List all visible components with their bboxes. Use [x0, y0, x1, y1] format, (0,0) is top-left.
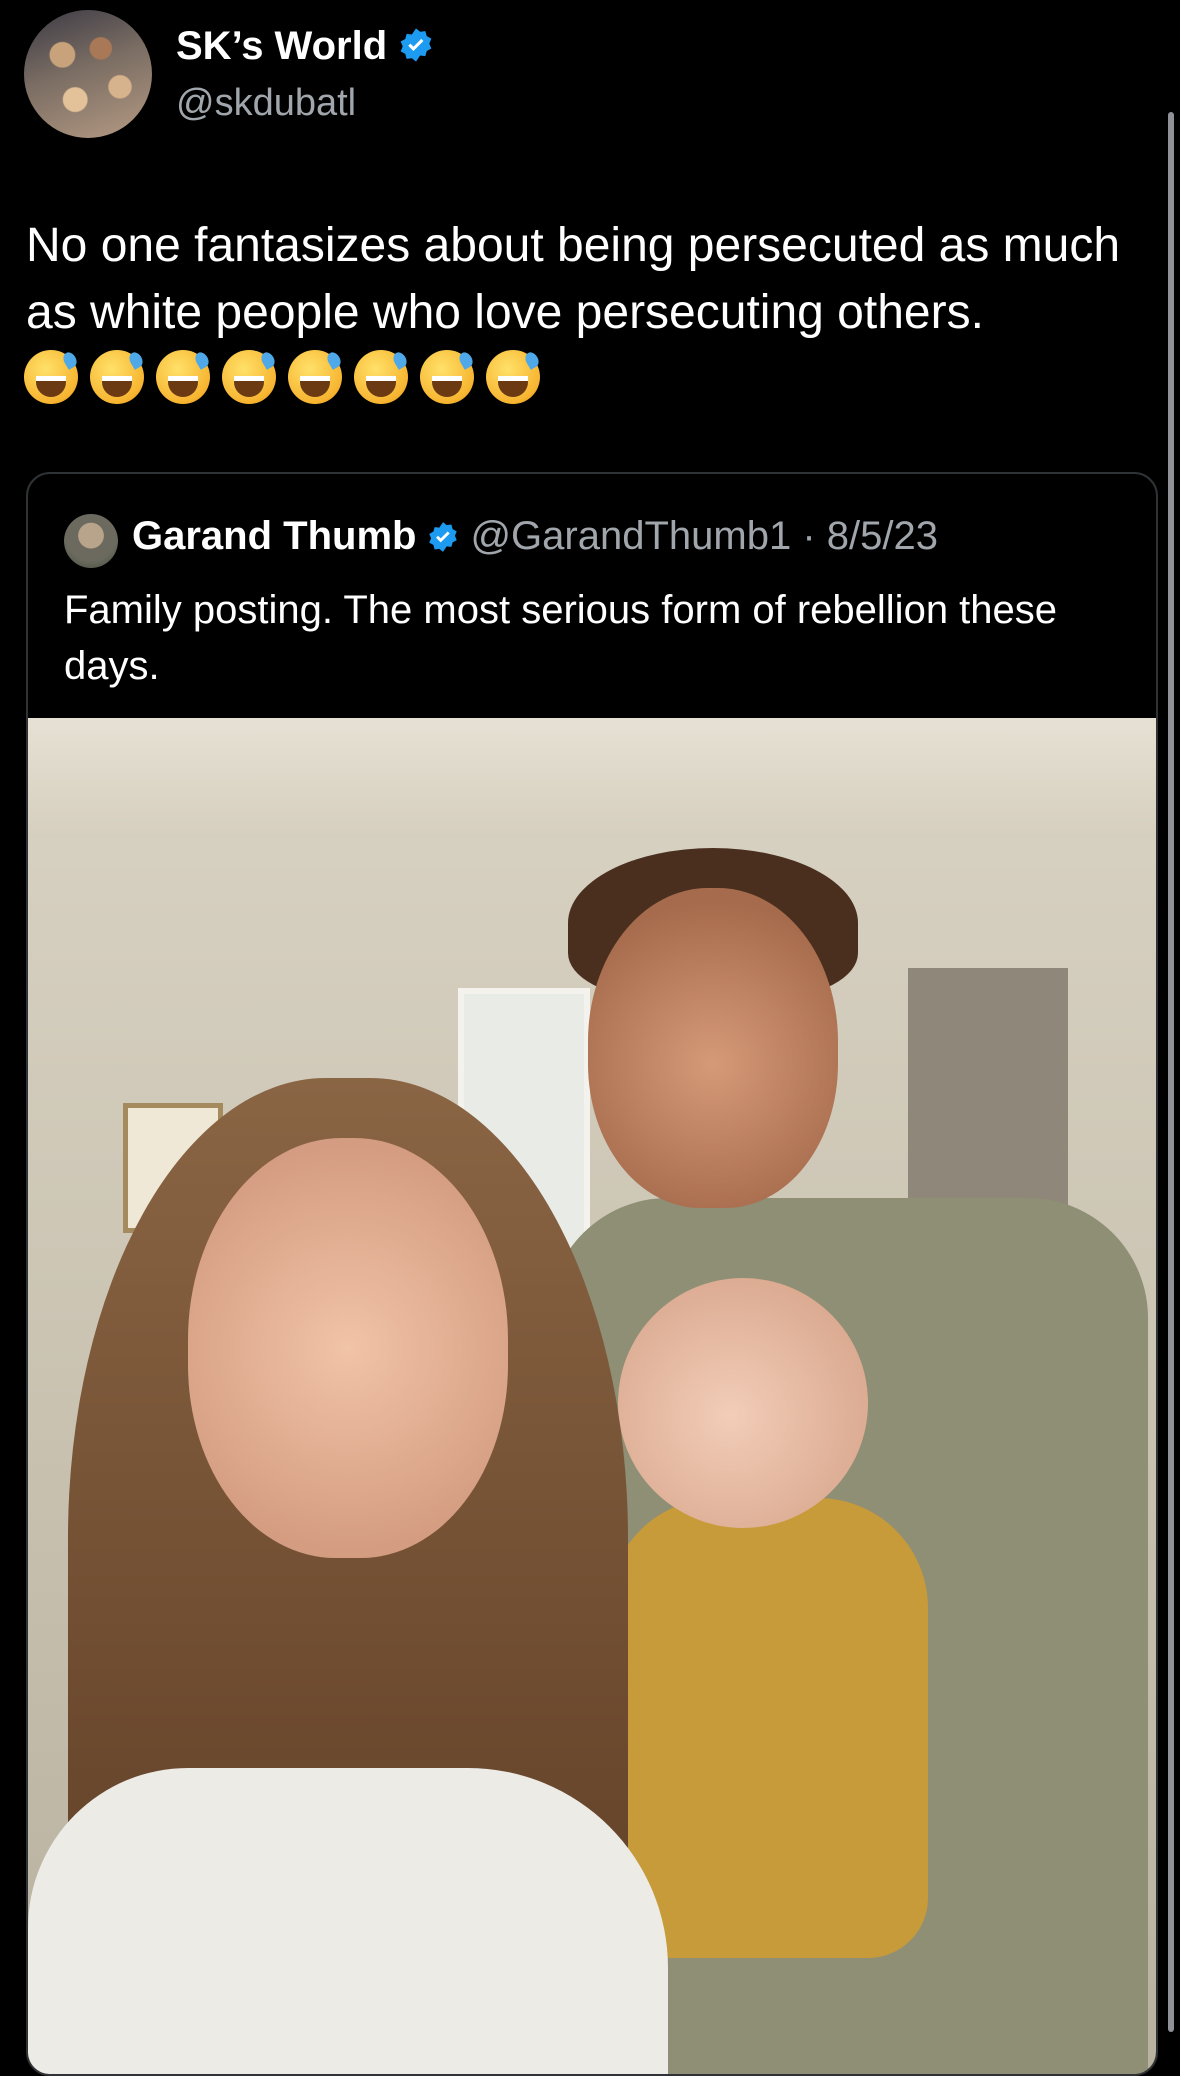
verified-badge-icon — [429, 522, 458, 552]
tweet-body-text: No one fantasizes about being persecuted… — [26, 219, 1121, 339]
sweat-smile-emoji — [420, 350, 474, 404]
sweat-smile-emoji — [156, 350, 210, 404]
sweat-smile-emoji — [90, 350, 144, 404]
photo-baby-body — [608, 1498, 928, 1958]
quoted-author-line: Garand Thumb @GarandThumb1 · 8/5/23 — [132, 514, 938, 559]
tweet-header: SK’s World @skdubatl — [24, 10, 1124, 138]
author-avatar[interactable] — [24, 10, 152, 138]
photo-man-head — [588, 888, 838, 1208]
author-handle[interactable]: @skdubatl — [176, 82, 356, 125]
quoted-tweet-text: Family posting. The most serious form of… — [64, 588, 1058, 688]
sweat-smile-emoji — [486, 350, 540, 404]
emoji-row — [24, 350, 540, 404]
quoted-author-name: Garand Thumb — [132, 514, 417, 558]
sweat-smile-emoji — [24, 350, 78, 404]
family-photo[interactable] — [28, 718, 1156, 2074]
photo-baby-head — [618, 1278, 868, 1528]
sweat-smile-emoji — [354, 350, 408, 404]
sweat-smile-emoji — [288, 350, 342, 404]
sweat-smile-emoji — [222, 350, 276, 404]
verified-badge-icon — [400, 28, 432, 62]
photo-woman-shirt — [28, 1768, 668, 2074]
quoted-handle-date: @GarandThumb1 · 8/5/23 — [470, 514, 938, 558]
author-name-text: SK’s World — [176, 24, 388, 68]
photo-woman-face — [188, 1138, 508, 1558]
author-display-name[interactable]: SK’s World — [176, 24, 435, 69]
scrollbar[interactable] — [1168, 112, 1174, 2032]
photo-ceiling — [28, 718, 1156, 838]
quoted-author-avatar — [64, 514, 118, 568]
quoted-tweet-card[interactable]: Garand Thumb @GarandThumb1 · 8/5/23 Famil… — [26, 472, 1158, 2076]
